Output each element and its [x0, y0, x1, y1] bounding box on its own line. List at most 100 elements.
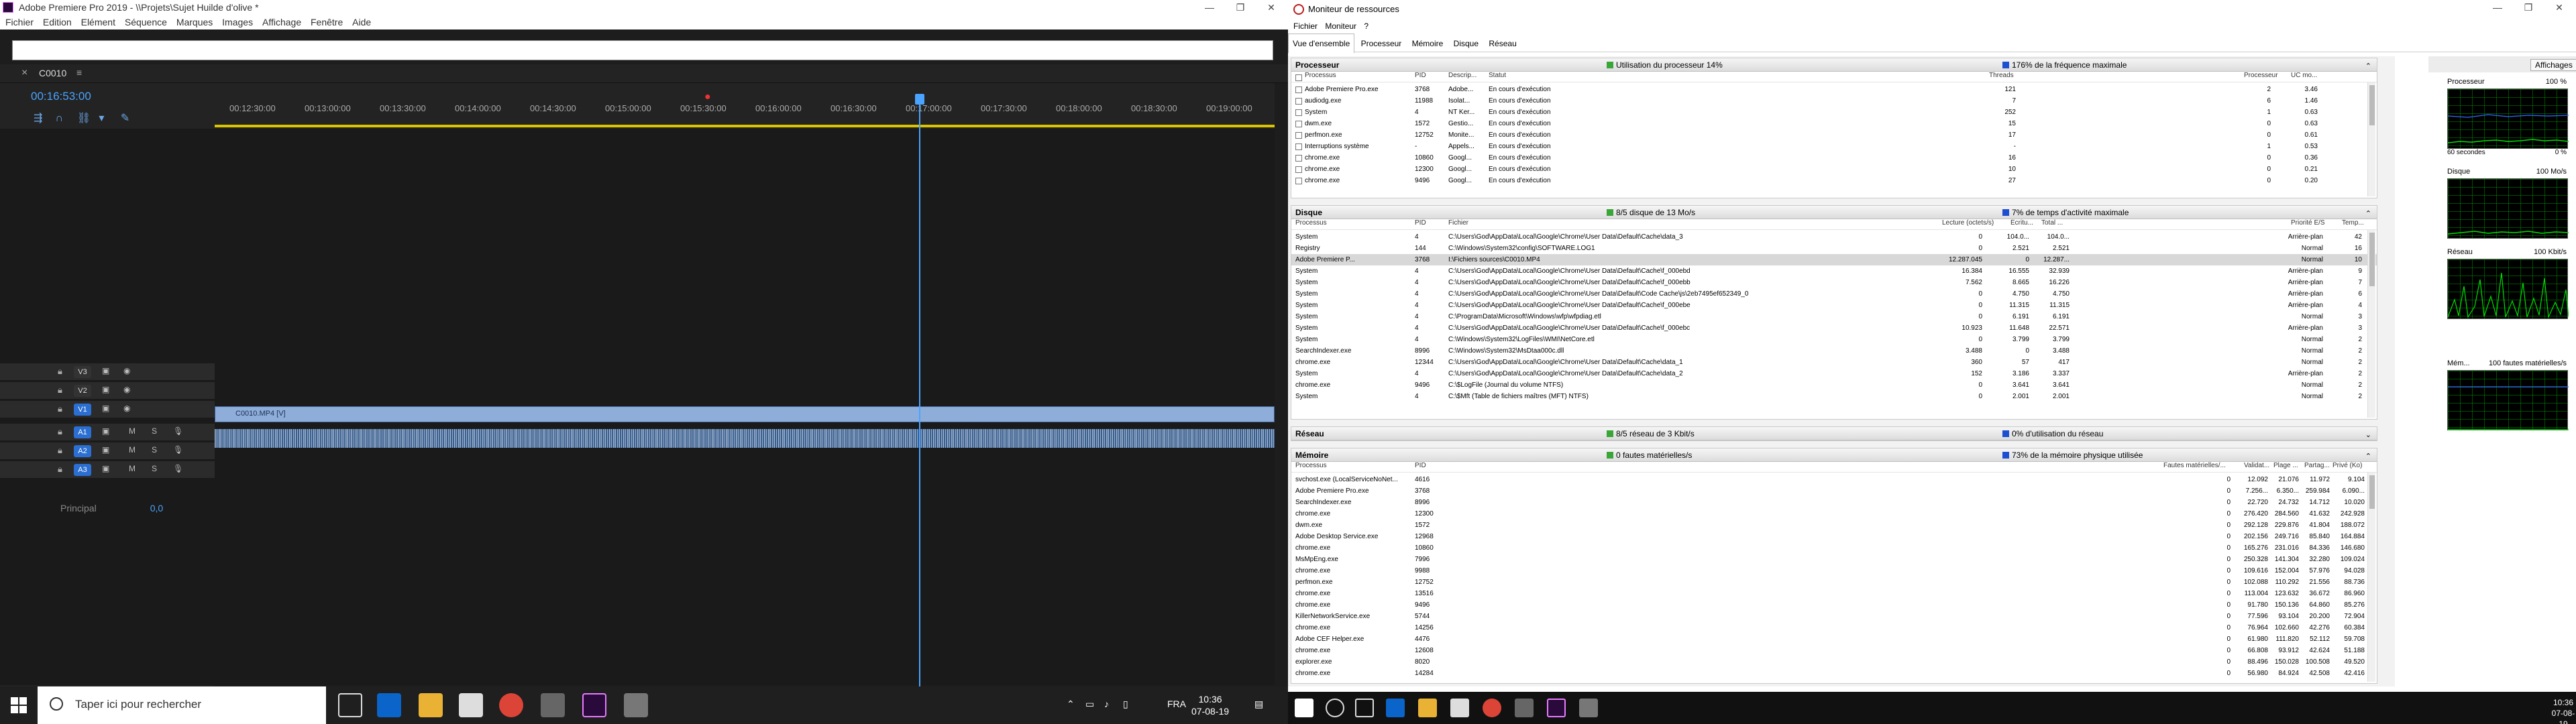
add-marker-icon[interactable]: ▾	[99, 111, 117, 125]
menu-affichage[interactable]: Affichage	[262, 15, 301, 29]
eye-icon[interactable]: ◉	[123, 366, 130, 375]
col-header[interactable]: UC mo...	[2291, 72, 2317, 79]
menu-images[interactable]: Images	[222, 15, 253, 29]
lock-icon[interactable]: 🔒︎	[58, 445, 62, 456]
table-row[interactable]: chrome.exe 10860 0 165.276 231.016 84.336 146.…	[1291, 542, 2377, 554]
track-label-a2[interactable]: A2	[74, 445, 91, 457]
table-row[interactable]: chrome.exe 12300 0 276.420 284.560 41.632 242.…	[1291, 508, 2377, 520]
table-row[interactable]: Interruptions système - Appels... En cours …	[1291, 141, 2377, 152]
scrollbar[interactable]	[2367, 82, 2375, 196]
app-taskbar-icon[interactable]	[1579, 699, 1598, 717]
playhead-handle[interactable]	[915, 94, 924, 105]
lock-icon[interactable]: 🔒︎	[58, 385, 62, 396]
col-header[interactable]: PID	[1415, 72, 1426, 79]
table-row[interactable]: System 4 C:\Windows\System32\LogFiles\WMI\…	[1291, 334, 2377, 345]
col-header[interactable]: Plage ...	[2273, 462, 2298, 469]
microphone-icon[interactable]: 🎙︎	[173, 445, 183, 455]
table-row[interactable]: Adobe Premiere Pro.exe 3768 0 7.256... 6.350…	[1291, 485, 2377, 497]
premiere-taskbar-icon[interactable]	[582, 693, 606, 717]
menu-fichier[interactable]: Fichier	[1293, 19, 1318, 34]
task-view-icon[interactable]	[338, 693, 362, 717]
menu-moniteur[interactable]: Moniteur	[1325, 19, 1356, 34]
expand-icon[interactable]: ⌄	[2365, 428, 2371, 442]
table-row[interactable]: System 4 C:\ProgramData\Microsoft\Windows\…	[1291, 311, 2377, 322]
collapse-icon[interactable]: ⌃	[2365, 207, 2371, 221]
eye-icon[interactable]: ◉	[123, 385, 130, 394]
tab-memory[interactable]: Mémoire	[1408, 34, 1448, 53]
col-header[interactable]: Fautes matérielles/...	[2163, 462, 2226, 469]
file-explorer-icon[interactable]	[419, 693, 443, 717]
collapse-icon[interactable]: ⌃	[2365, 450, 2371, 463]
col-header[interactable]: Fichier	[1448, 219, 1468, 227]
maximize-icon[interactable]: ❐	[2513, 0, 2544, 15]
table-row[interactable]: chrome.exe 12344 C:\Users\God\AppData\Loca…	[1291, 357, 2377, 368]
chrome-icon[interactable]	[499, 693, 523, 717]
col-header[interactable]: Lecture (octets/s)	[1942, 219, 1994, 227]
taskbar-clock-right[interactable]: 10:36 07-08-19	[2551, 697, 2576, 724]
col-header[interactable]: Priorité E/S	[2291, 219, 2325, 227]
resmon-taskbar-icon[interactable]	[1515, 699, 1534, 717]
marker-icon[interactable]: ●	[704, 91, 711, 103]
tab-disk[interactable]: Disque	[1450, 34, 1483, 53]
table-row[interactable]: Registry 144 C:\Windows\System32\config\SO…	[1291, 243, 2377, 254]
row-checkbox[interactable]	[1295, 121, 1302, 127]
menu-sequence[interactable]: Séquence	[125, 15, 167, 29]
time-ruler[interactable]: 00:12:30:00 00:13:00:00 00:13:30:00 00:1…	[215, 83, 1275, 129]
menu-edition[interactable]: Edition	[43, 15, 72, 29]
menu-fichier[interactable]: Fichier	[5, 15, 34, 29]
edge-icon[interactable]	[377, 693, 401, 717]
table-row[interactable]: Adobe Desktop Service.exe 12968 0 202.156 24…	[1291, 531, 2377, 542]
col-header[interactable]: Temp...	[2342, 219, 2364, 227]
snap-icon[interactable]: ∩	[55, 113, 74, 125]
track-label-v1[interactable]: V1	[74, 404, 91, 416]
minimize-icon[interactable]: —	[1194, 0, 1225, 15]
app-taskbar-icon[interactable]	[624, 693, 648, 717]
nest-icon[interactable]: ⇶	[34, 111, 52, 125]
table-row[interactable]: System 4 C:\Users\God\AppData\Local\Google…	[1291, 368, 2377, 379]
sync-lock-icon[interactable]: ▣	[102, 445, 109, 455]
mute-button[interactable]: M	[129, 426, 136, 436]
windows-start-icon[interactable]	[1295, 699, 1313, 717]
solo-button[interactable]: S	[152, 426, 157, 436]
mute-button[interactable]: M	[129, 445, 136, 455]
table-row[interactable]: System 4 C:\Users\God\AppData\Local\Google…	[1291, 288, 2377, 300]
col-header[interactable]: Privé (Ko)	[2332, 462, 2362, 469]
close-icon[interactable]: ✕	[1256, 0, 1287, 15]
principal-value[interactable]: 0,0	[150, 503, 163, 514]
table-row[interactable]: explorer.exe 8020 0 88.496 150.028 100.508 49.…	[1291, 656, 2377, 668]
col-header[interactable]: Processus	[1295, 462, 1327, 469]
wrench-icon[interactable]: ✎	[121, 111, 140, 125]
menu-help[interactable]: ?	[1364, 19, 1368, 34]
table-row[interactable]: svchost.exe (LocalServiceNoNet... 4616 0 12…	[1291, 474, 2377, 485]
row-checkbox[interactable]	[1295, 155, 1302, 162]
col-header[interactable]: Total ...	[2041, 219, 2063, 227]
track-label-v2[interactable]: V2	[74, 385, 91, 397]
row-checkbox[interactable]	[1295, 178, 1302, 184]
row-checkbox[interactable]	[1295, 143, 1302, 150]
table-row[interactable]: System 4 C:\Users\God\AppData\Local\Google…	[1291, 322, 2377, 334]
row-checkbox[interactable]	[1295, 98, 1302, 105]
table-row[interactable]: perfmon.exe 12752 Monite... En cours d'exéc…	[1291, 129, 2377, 141]
table-row[interactable]: System 4 C:\$Mft (Table de fichiers maître…	[1291, 391, 2377, 402]
col-header[interactable]: Threads	[1989, 72, 2014, 79]
table-row[interactable]: perfmon.exe 12752 0 102.088 110.292 21.556 88.…	[1291, 577, 2377, 588]
track-label-a3[interactable]: A3	[74, 464, 91, 476]
network-section-header[interactable]: Réseau 8/5 réseau de 3 Kbit/s 0% d'utili…	[1291, 427, 2377, 440]
power-icon[interactable]: ▯	[1123, 699, 1128, 710]
col-header[interactable]: Partag...	[2304, 462, 2330, 469]
cpu-section-header[interactable]: Processeur Utilisation du processeur 14%…	[1291, 58, 2377, 72]
views-button[interactable]: Affichages	[2530, 59, 2576, 71]
row-checkbox[interactable]	[1295, 132, 1302, 139]
menu-marques[interactable]: Marques	[176, 15, 213, 29]
edge-icon[interactable]	[1386, 699, 1405, 717]
lock-icon[interactable]: 🔒︎	[58, 426, 62, 437]
eye-icon[interactable]: ◉	[123, 404, 130, 413]
table-row[interactable]: System 4 C:\Users\God\AppData\Local\Google…	[1291, 300, 2377, 311]
table-row[interactable]: SearchIndexer.exe 8996 C:\Windows\System32…	[1291, 345, 2377, 357]
col-header[interactable]: Statut	[1489, 72, 1506, 79]
minimize-icon[interactable]: —	[2482, 0, 2513, 15]
table-row[interactable]: Adobe CEF Helper.exe 4476 0 61.980 111.820 52…	[1291, 634, 2377, 645]
table-row[interactable]: chrome.exe 14256 0 76.964 102.660 42.276 60.38…	[1291, 622, 2377, 634]
table-row[interactable]: chrome.exe 10860 Googl... En cours d'exécut…	[1291, 152, 2377, 164]
disk-section-header[interactable]: Disque 8/5 disque de 13 Mo/s 7% de temps…	[1291, 206, 2377, 219]
